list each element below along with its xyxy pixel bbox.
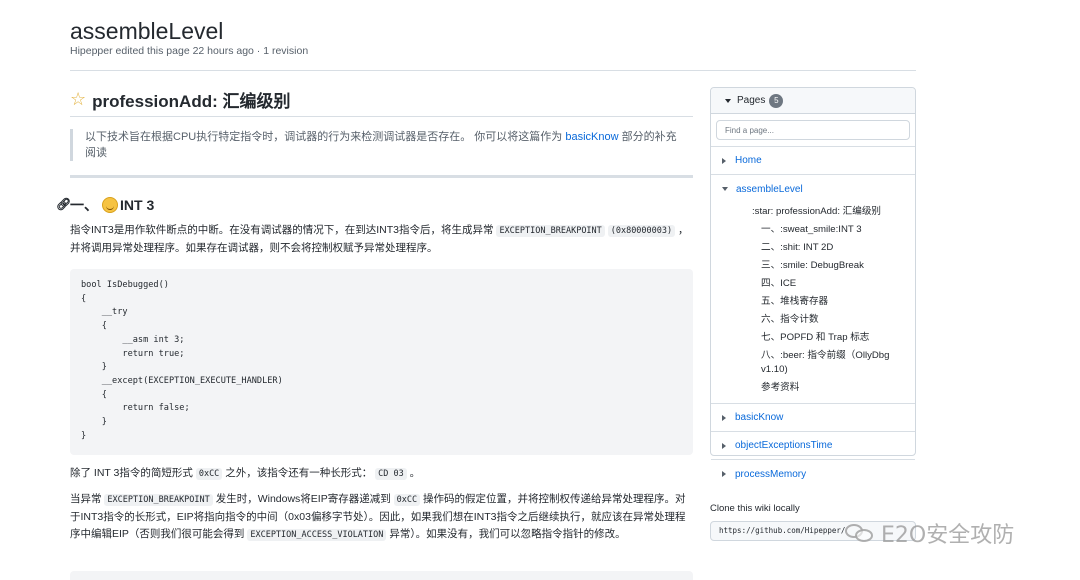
pages-sidebar: Pages 5 Home assembleLevel :star: profes… — [710, 87, 916, 480]
text: 之外，该指令还有一种长形式： — [222, 467, 376, 479]
pages-title: Pages — [737, 95, 766, 106]
wechat-icon — [845, 522, 875, 544]
code-block — [70, 571, 693, 580]
star-icon: ☆ — [70, 88, 87, 109]
section-heading-text: professionAdd: 汇编级别 — [92, 91, 291, 111]
inline-code: 0xCC — [195, 468, 223, 480]
text: 。 — [406, 467, 421, 479]
quote-text: 以下技术旨在根据CPU执行特定指令时，调试器的行为来检测调试器是否存在。 你可以… — [85, 131, 566, 143]
pages-header[interactable]: Pages 5 — [711, 88, 915, 114]
paragraph: 当异常 EXCEPTION_BREAKPOINT 发生时，Windows将EIP… — [70, 491, 693, 544]
wiki-body: ☆ professionAdd: 汇编级别 以下技术旨在根据CPU执行特定指令时… — [56, 86, 693, 544]
toc-item[interactable]: 六、指令计数 — [711, 311, 915, 329]
toc-item[interactable]: 七、POPFD 和 Trap 标志 — [711, 329, 915, 347]
toc-item[interactable]: :star: professionAdd: 汇编级别 — [711, 203, 915, 221]
basicknow-link[interactable]: basicKnow — [565, 131, 618, 143]
page-link[interactable]: processMemory — [735, 469, 806, 480]
toc-item[interactable]: 五、堆栈寄存器 — [711, 293, 915, 311]
page-toc: :star: professionAdd: 汇编级别 一、:sweat_smil… — [711, 203, 915, 404]
divider — [70, 116, 693, 117]
caret-down-icon[interactable] — [722, 187, 728, 191]
page-title: assembleLevel — [70, 18, 224, 44]
page-link[interactable]: objectExceptionsTime — [735, 440, 832, 451]
page-link[interactable]: basicKnow — [735, 412, 783, 423]
toc-item[interactable]: 二、:shit: INT 2D — [711, 239, 915, 257]
page-link[interactable]: assembleLevel — [736, 184, 803, 195]
code-block[interactable]: bool IsDebugged() { __try { __asm int 3;… — [70, 269, 693, 455]
caret-down-icon — [725, 98, 731, 103]
inline-code: EXCEPTION_ACCESS_VIOLATION — [247, 529, 387, 541]
section-heading: ☆ professionAdd: 汇编级别 — [70, 86, 693, 112]
toc-item[interactable]: 一、:sweat_smile:INT 3 — [711, 221, 915, 239]
inline-code: EXCEPTION_BREAKPOINT — [104, 494, 213, 506]
blockquote: 以下技术旨在根据CPU执行特定指令时，调试器的行为来检测调试器是否存在。 你可以… — [70, 129, 693, 161]
link-icon[interactable]: 🔗︎ — [56, 197, 71, 211]
page-item-assemblelevel[interactable]: assembleLevel — [711, 175, 915, 203]
subsection-title: INT 3 — [120, 197, 155, 213]
inline-code: EXCEPTION_BREAKPOINT — [496, 225, 605, 237]
sweat-smile-icon — [102, 197, 118, 213]
divider — [70, 70, 916, 71]
page-item-objectexceptionstime[interactable]: objectExceptionsTime — [711, 432, 915, 460]
toc-item[interactable]: 三、:smile: DebugBreak — [711, 257, 915, 275]
inline-code: 0xCC — [393, 494, 421, 506]
wiki-page: assembleLevel Hipepper edited this page … — [56, 0, 916, 580]
watermark-text: E2O安全攻防 — [881, 523, 1015, 548]
paragraph: 除了 INT 3指令的简短形式 0xCC 之外，该指令还有一种长形式： CD 0… — [70, 465, 693, 483]
page-item-basicknow[interactable]: basicKnow — [711, 404, 915, 432]
text: 发生时，Windows将EIP寄存器递减到 — [212, 493, 394, 505]
subsection-prefix: 一、 — [70, 197, 98, 213]
caret-right-icon[interactable] — [722, 414, 726, 421]
text: 除了 INT 3指令的简短形式 — [70, 467, 196, 479]
inline-code: CD 03 — [375, 468, 407, 480]
caret-right-icon[interactable] — [722, 471, 726, 477]
find-page-input[interactable] — [716, 120, 910, 140]
page-meta[interactable]: Hipepper edited this page 22 hours ago ·… — [70, 45, 308, 57]
divider — [70, 175, 693, 178]
watermark: E2O安全攻防 — [845, 517, 1014, 549]
text: 当异常 — [70, 493, 105, 505]
text: 指令INT3是用作软件断点的中断。在没有调试器的情况下，在到达INT3指令后，将… — [70, 224, 497, 236]
page-link[interactable]: Home — [735, 155, 762, 166]
toc-item[interactable]: 参考资料 — [711, 379, 915, 397]
subsection-heading: 🔗︎ 一、 INT 3 — [56, 194, 693, 216]
caret-right-icon[interactable] — [722, 442, 726, 449]
paragraph: 指令INT3是用作软件断点的中断。在没有调试器的情况下，在到达INT3指令后，将… — [70, 222, 693, 257]
pages-count-badge: 5 — [769, 93, 784, 108]
inline-code: (0x80000003) — [607, 225, 676, 237]
toc-item[interactable]: 四、ICE — [711, 275, 915, 293]
clone-title: Clone this wiki locally — [710, 503, 800, 514]
caret-right-icon[interactable] — [722, 157, 726, 164]
toc-item[interactable]: 八、:beer: 指令前缀（OllyDbg v1.10) — [711, 347, 915, 379]
text: 异常）。如果没有，我们可以忽略指令指针的修改。 — [386, 528, 626, 540]
page-item-home[interactable]: Home — [711, 147, 915, 175]
page-item-processmemory[interactable]: processMemory — [711, 460, 915, 488]
